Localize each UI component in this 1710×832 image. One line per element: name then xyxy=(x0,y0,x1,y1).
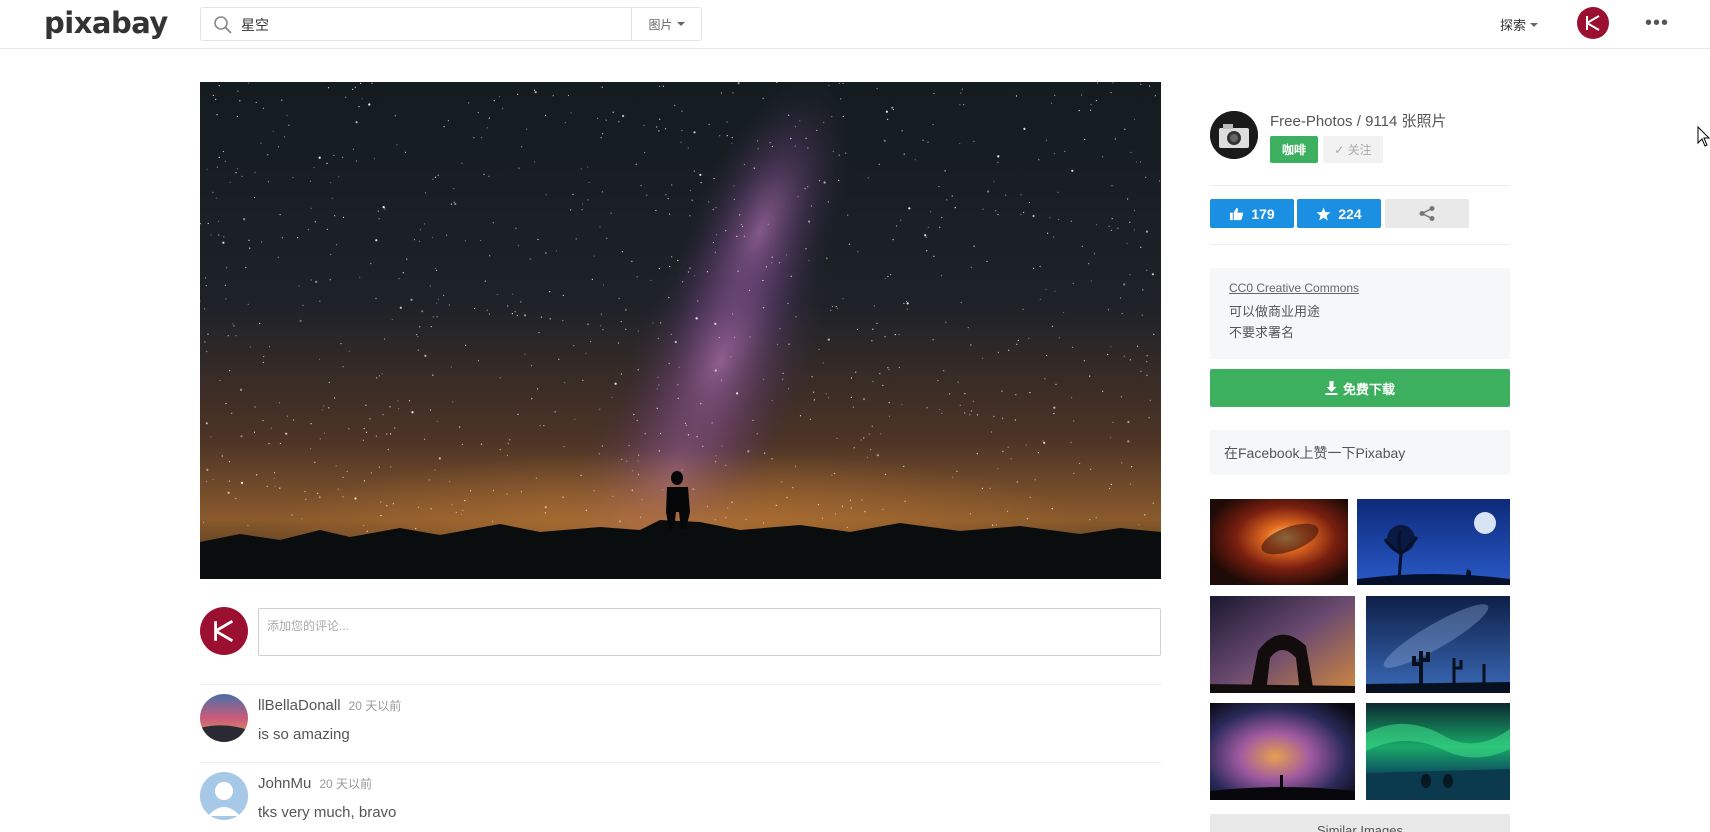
uploader-avatar[interactable] xyxy=(1210,111,1258,159)
download-label: 免费下载 xyxy=(1342,381,1395,397)
uploader-name[interactable]: Free-Photos xyxy=(1270,113,1353,130)
comment-input[interactable] xyxy=(258,608,1161,656)
similar-image-thumb[interactable] xyxy=(1366,596,1510,693)
divider xyxy=(1210,244,1510,245)
commenter-avatar[interactable] xyxy=(200,694,248,742)
facebook-like-box[interactable]: 在Facebook上赞一下Pixabay xyxy=(1210,430,1510,475)
thumbs-up-icon xyxy=(1230,207,1244,220)
aurora-thumb-image xyxy=(1366,703,1510,800)
divider xyxy=(1210,185,1510,186)
search-bar: 图片 xyxy=(200,7,702,41)
arch-milkyway-thumb-image xyxy=(1210,596,1355,693)
search-type-label: 图片 xyxy=(648,17,673,32)
chevron-down-icon xyxy=(676,22,685,26)
default-user-icon xyxy=(200,772,248,820)
uploader-photo-count: 9114 张照片 xyxy=(1365,113,1447,130)
camera-icon xyxy=(1210,111,1258,159)
galaxy-person-thumb-image xyxy=(1210,703,1355,800)
favorite-count: 224 xyxy=(1338,205,1362,222)
similar-images-label: Similar Images xyxy=(1317,823,1403,832)
explore-label: 探索 xyxy=(1500,18,1527,33)
similar-image-thumb[interactable] xyxy=(1210,499,1348,585)
similar-image-thumb[interactable] xyxy=(1357,499,1510,585)
follow-button[interactable]: ✓ 关注 xyxy=(1323,136,1383,163)
download-button[interactable]: 免费下载 xyxy=(1210,369,1510,407)
nebula-thumb-image xyxy=(1210,499,1348,585)
download-icon xyxy=(1325,381,1338,395)
coffee-button[interactable]: 咖啡 xyxy=(1270,136,1318,163)
similar-images-button[interactable]: Similar Images xyxy=(1210,814,1510,832)
share-button[interactable] xyxy=(1385,199,1469,228)
favorite-button[interactable]: 224 xyxy=(1297,199,1381,228)
user-logo-icon xyxy=(214,619,234,643)
cactus-night-thumb-image xyxy=(1366,596,1510,693)
similar-image-thumb[interactable] xyxy=(1210,703,1355,800)
license-line-attribution: 不要求署名 xyxy=(1229,325,1295,340)
divider xyxy=(200,684,1161,685)
user-logo-icon xyxy=(1586,15,1600,31)
like-button[interactable]: 179 xyxy=(1210,199,1294,228)
share-icon xyxy=(1419,206,1435,221)
commenter-avatar[interactable] xyxy=(200,772,248,820)
star-icon xyxy=(1316,206,1331,221)
divider xyxy=(200,762,1161,763)
license-line-commercial: 可以做商业用途 xyxy=(1229,304,1321,319)
comment-time: 20 天以前 xyxy=(319,777,373,791)
pixabay-logo[interactable]: pixabay xyxy=(44,6,168,40)
comment-text: is so amazing xyxy=(258,726,350,743)
comment-time: 20 天以前 xyxy=(348,699,402,713)
similar-image-thumb[interactable] xyxy=(1366,703,1510,800)
search-input[interactable] xyxy=(241,14,621,36)
comment-text: tks very much, bravo xyxy=(258,804,397,821)
like-count: 179 xyxy=(1251,205,1275,222)
uploader-info: Free-Photos / 9114 张照片 xyxy=(1270,113,1447,130)
search-type-select[interactable]: 图片 xyxy=(631,8,701,40)
search-icon[interactable] xyxy=(213,15,233,35)
comment-item: JohnMu 20 天以前 tks very much, bravo xyxy=(200,772,1161,832)
my-avatar xyxy=(200,607,248,655)
comment-author[interactable]: JohnMu xyxy=(258,775,311,792)
user-avatar[interactable] xyxy=(1577,7,1609,39)
facebook-label: 在Facebook上赞一下Pixabay xyxy=(1224,444,1406,461)
starry-sky-image xyxy=(200,82,1161,579)
explore-menu[interactable]: 探索 xyxy=(1500,15,1539,34)
mouse-cursor-icon xyxy=(1697,126,1710,147)
license-link[interactable]: CC0 Creative Commons xyxy=(1229,281,1491,295)
license-box: CC0 Creative Commons 可以做商业用途 不要求署名 xyxy=(1210,268,1510,359)
chevron-down-icon xyxy=(1530,22,1539,27)
more-options-icon[interactable]: ••• xyxy=(1645,12,1669,35)
moon-tree-thumb-image xyxy=(1357,499,1510,585)
top-header: pixabay 图片 探索 ••• xyxy=(0,0,1710,49)
comment-author[interactable]: llBellaDonall xyxy=(258,697,341,714)
main-photo[interactable] xyxy=(200,82,1161,579)
comment-item: llBellaDonall 20 天以前 is so amazing xyxy=(200,694,1161,754)
similar-image-thumb[interactable] xyxy=(1210,596,1355,693)
